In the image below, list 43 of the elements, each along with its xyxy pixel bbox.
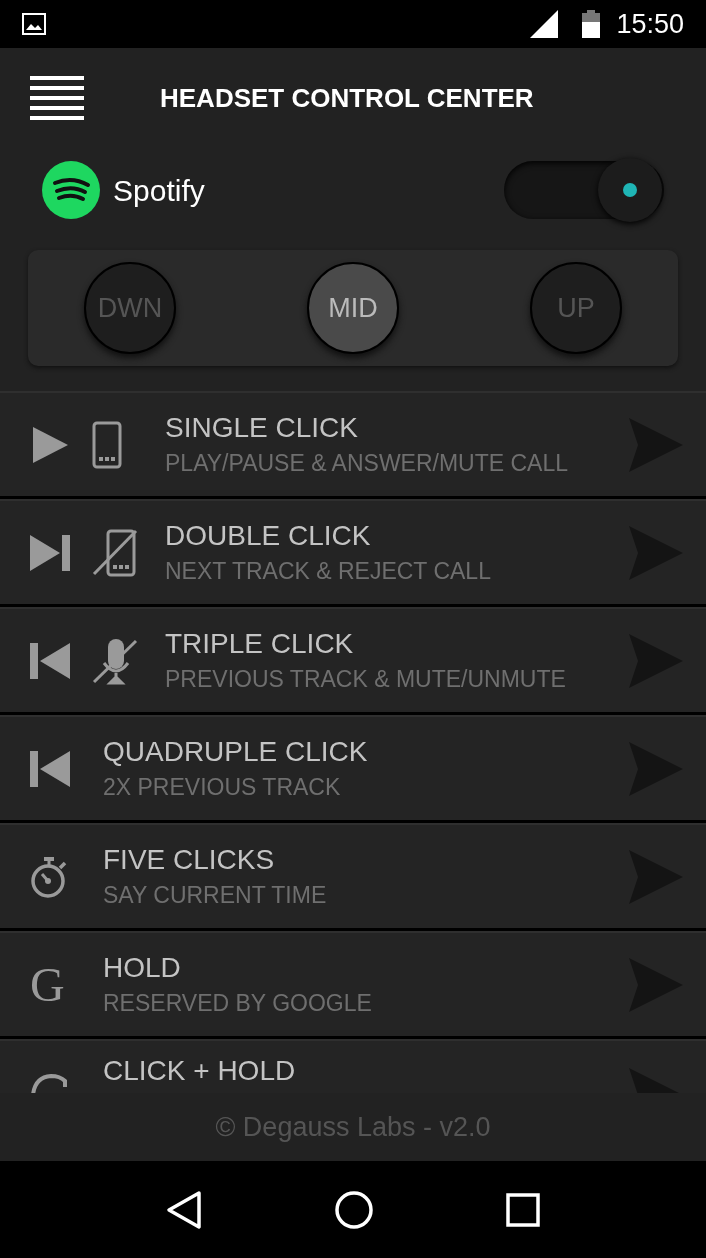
action-description: NEXT TRACK & REJECT CALL: [165, 556, 492, 586]
play-icon: [30, 424, 70, 465]
action-title: TRIPLE CLICK: [165, 626, 355, 661]
image-icon: [22, 13, 46, 35]
clock: 15:50: [616, 7, 684, 41]
player-toggle[interactable]: [504, 161, 664, 219]
action-title: DOUBLE CLICK: [165, 518, 372, 553]
action-description: PREVIOUS TRACK & MUTE/UNMUTE: [165, 664, 567, 694]
arc-icon: [30, 1073, 70, 1093]
menu-button[interactable]: [30, 76, 84, 120]
skip-previous-icon: [30, 748, 70, 789]
home-button[interactable]: [334, 1189, 374, 1230]
action-description: 2X PREVIOUS TRACK: [103, 772, 342, 802]
recents-button[interactable]: [506, 1192, 540, 1227]
action-row[interactable]: TRIPLE CLICK PREVIOUS TRACK & MUTE/UNMUTE: [0, 607, 706, 715]
action-title: FIVE CLICKS: [103, 842, 276, 877]
phone-icon: [92, 420, 122, 469]
skip-previous-icon: [30, 640, 70, 681]
action-title: HOLD: [103, 950, 182, 985]
mic-off-icon: [92, 636, 138, 685]
action-description: PLAY/PAUSE & ANSWER/MUTE CALL: [165, 448, 570, 478]
action-description: RESERVED BY GOOGLE: [103, 988, 373, 1018]
back-button[interactable]: [166, 1189, 202, 1230]
action-row[interactable]: G HOLD RESERVED BY GOOGLE: [0, 931, 706, 1039]
action-row[interactable]: CLICK + HOLD: [0, 1039, 706, 1093]
action-row[interactable]: QUADRUPLE CLICK 2X PREVIOUS TRACK: [0, 715, 706, 823]
skip-next-icon: [30, 532, 70, 573]
action-description: SAY CURRENT TIME: [103, 880, 328, 910]
action-title: SINGLE CLICK: [165, 410, 359, 445]
action-row[interactable]: FIVE CLICKS SAY CURRENT TIME: [0, 823, 706, 931]
battery-icon: [582, 10, 601, 38]
action-title: QUADRUPLE CLICK: [103, 734, 369, 769]
action-row[interactable]: SINGLE CLICK PLAY/PAUSE & ANSWER/MUTE CALL: [0, 391, 706, 499]
signal-icon: [530, 10, 559, 38]
stopwatch-icon: [30, 855, 68, 898]
google-letter-icon: G: [30, 960, 65, 1009]
phone-off-icon: [92, 528, 138, 577]
mode-button[interactable]: MID: [307, 262, 399, 354]
player-name: Spotify: [113, 172, 205, 209]
spotify-logo-icon: [42, 161, 100, 219]
action-title: CLICK + HOLD: [103, 1054, 297, 1088]
action-row[interactable]: DOUBLE CLICK NEXT TRACK & REJECT CALL: [0, 499, 706, 607]
app-title: HEADSET CONTROL CENTER: [160, 81, 534, 115]
